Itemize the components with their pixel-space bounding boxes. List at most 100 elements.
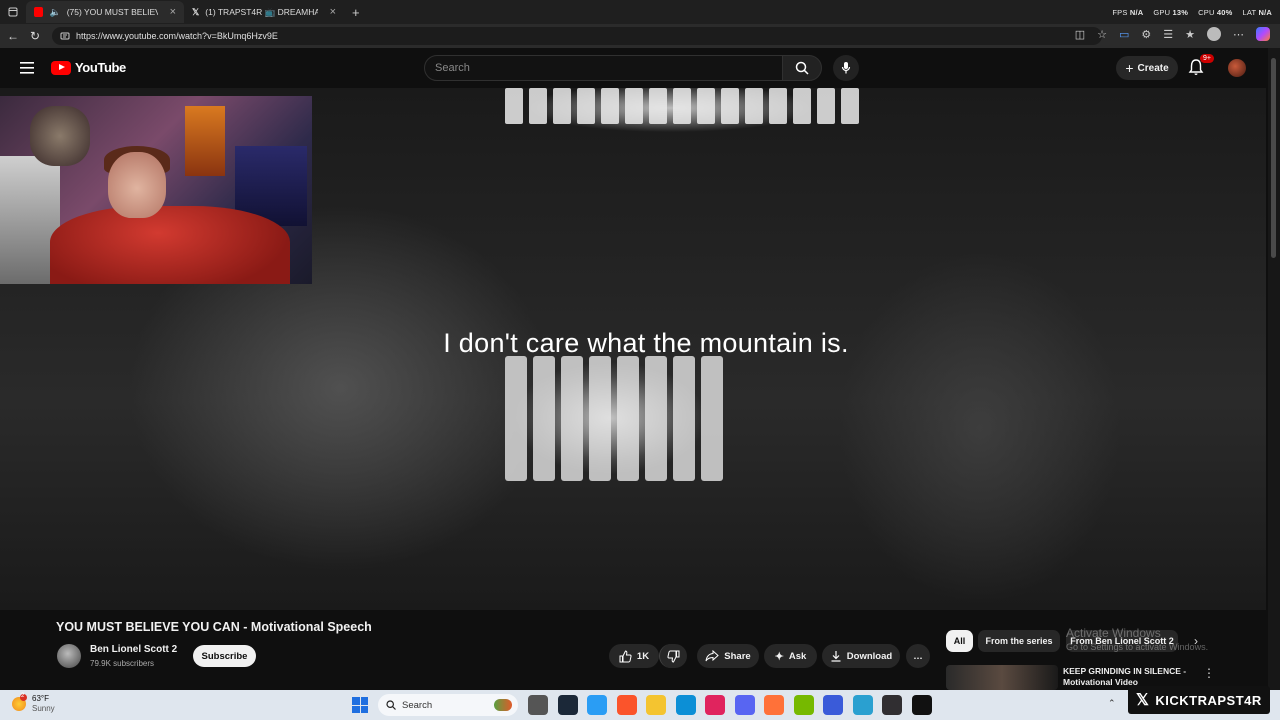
close-tab-icon[interactable]: × [330, 6, 336, 18]
tiktok-icon[interactable] [705, 695, 725, 715]
menu-icon[interactable] [20, 61, 34, 79]
ask-button[interactable]: ✦ Ask [764, 644, 817, 668]
channel-name[interactable]: Ben Lionel Scott 2 [90, 644, 177, 655]
create-label: Create [1137, 62, 1169, 74]
obs-icon[interactable] [882, 695, 902, 715]
download-button[interactable]: Download [822, 644, 900, 668]
thumbs-down-icon [667, 650, 680, 663]
copilot-icon[interactable] [1256, 27, 1270, 41]
profile-icon[interactable] [1207, 27, 1221, 41]
search-input[interactable]: Search [424, 55, 783, 81]
recommended-thumbnail[interactable] [946, 665, 1058, 690]
weather-temp: 63°F [32, 694, 49, 703]
task-view-icon[interactable] [528, 695, 548, 715]
youtube-favicon-icon [34, 7, 44, 17]
lat-value: N/A [1258, 7, 1272, 17]
extensions-icon[interactable]: ⚙ [1141, 28, 1151, 41]
tab-title: (1) TRAPST4R 📺 DREAMHACK AT [205, 6, 318, 17]
favorites-icon[interactable]: ★ [1185, 28, 1195, 41]
microphone-icon [841, 62, 851, 74]
more-icon: … [913, 650, 923, 662]
browser-toolbar: ← ↻ https://www.youtube.com/watch?v=BkUm… [0, 24, 1280, 48]
notification-badge: 9+ [1200, 54, 1214, 63]
recommended-more-icon[interactable]: ⋮ [1203, 666, 1215, 680]
taskbar-search[interactable]: Search [378, 694, 518, 716]
streamer-face [108, 152, 166, 218]
browser-tab-youtube[interactable]: 🔈 (75) YOU MUST BELIEVE YOU × [26, 1, 184, 23]
speaker-icon[interactable]: 🔈 [49, 7, 60, 18]
collections-icon[interactable]: ☰ [1163, 28, 1173, 41]
kick-overlay: 𝕏 KICKTRAPST4R [1128, 686, 1270, 714]
gpu-label: GPU [1153, 7, 1171, 17]
streamer-webcam-overlay [0, 96, 312, 284]
edge-icon[interactable] [675, 695, 696, 715]
scrollbar-thumb[interactable] [1271, 58, 1276, 258]
settings-more-icon[interactable]: ⋯ [1233, 28, 1244, 41]
weather-badge: 2 [21, 693, 25, 699]
weather-widget[interactable]: 2 63°F Sunny [12, 693, 55, 713]
gpu-value: 13% [1172, 7, 1189, 17]
thumbs-up-icon [619, 649, 632, 662]
video-title: YOU MUST BELIEVE YOU CAN - Motivational … [56, 620, 372, 634]
firefox-icon[interactable] [764, 695, 784, 715]
sparkle-icon: ✦ [774, 650, 784, 663]
windows-start-icon[interactable] [352, 697, 368, 713]
channel-avatar[interactable] [57, 644, 81, 668]
search-highlight-icon [494, 699, 512, 711]
youtube-header: YouTube Search + Create 9+ [0, 48, 1280, 88]
search-icon [386, 700, 396, 710]
chip-all[interactable]: All [946, 630, 973, 652]
subscriber-count: 79.9K subscribers [90, 659, 155, 668]
back-icon[interactable]: ← [2, 25, 24, 47]
windows-activation-watermark: Activate Windows [1066, 626, 1161, 640]
download-icon [831, 651, 841, 662]
favorite-star-icon[interactable]: ☆ [1097, 28, 1107, 41]
youtube-play-icon [51, 60, 71, 75]
nvidia-icon[interactable] [793, 695, 814, 715]
video-window-light-center [505, 356, 723, 481]
share-button[interactable]: Share [697, 644, 759, 668]
dislike-button[interactable] [659, 644, 687, 668]
performance-overlay: FPS N/A GPU 13% CPU 40% LAT N/A [1112, 0, 1272, 24]
voice-search-button[interactable] [833, 55, 859, 81]
brave-icon[interactable] [616, 695, 637, 715]
tab-actions-icon[interactable] [0, 1, 26, 23]
search-icon [795, 61, 809, 75]
notepad-icon[interactable] [587, 695, 607, 715]
cpu-value: 40% [1216, 7, 1233, 17]
x-favicon-icon: 𝕏 [192, 6, 200, 17]
account-avatar[interactable] [1228, 59, 1246, 77]
fps-value: N/A [1129, 7, 1144, 17]
search-button[interactable] [782, 55, 822, 81]
steam-icon[interactable] [557, 695, 578, 715]
page-scrollbar[interactable] [1268, 48, 1280, 690]
discord-icon[interactable] [734, 695, 755, 715]
kick-overlay-text: KICKTRAPST4R [1155, 692, 1262, 708]
search-placeholder: Search [435, 62, 470, 74]
more-actions-button[interactable]: … [906, 644, 930, 668]
split-screen-icon[interactable]: ▭ [1119, 28, 1129, 41]
new-tab-button[interactable]: + [352, 5, 360, 20]
tab-title: (75) YOU MUST BELIEVE YOU [66, 7, 158, 17]
app-available-icon[interactable]: ◫ [1075, 28, 1085, 41]
reload-icon[interactable]: ↻ [24, 25, 46, 47]
browser-tab-x[interactable]: 𝕏 (1) TRAPST4R 📺 DREAMHACK AT × [184, 1, 344, 23]
subscribe-button[interactable]: Subscribe [193, 645, 256, 667]
browser-tab-strip: 🔈 (75) YOU MUST BELIEVE YOU × 𝕏 (1) TRAP… [0, 0, 1280, 24]
like-button[interactable]: 1K [609, 644, 659, 668]
video-player[interactable]: I don't care what the mountain is. [0, 88, 1266, 610]
chip-from-series[interactable]: From the series [978, 630, 1060, 652]
file-explorer-icon[interactable] [646, 695, 666, 715]
create-button[interactable]: + Create [1116, 56, 1178, 80]
app-icon[interactable] [823, 695, 843, 715]
capcut-icon[interactable] [852, 695, 873, 715]
video-window-light-top [505, 88, 859, 124]
tiktok-live-icon[interactable] [911, 695, 932, 715]
site-info-icon[interactable] [60, 31, 70, 41]
like-count: 1K [636, 650, 650, 662]
tray-expand-icon[interactable]: ⌃ [1108, 698, 1116, 709]
close-tab-icon[interactable]: × [170, 6, 176, 18]
address-bar[interactable]: https://www.youtube.com/watch?v=BkUmq6Hz… [52, 27, 1102, 45]
recommended-title-line1: KEEP GRINDING IN SILENCE - [1063, 666, 1187, 676]
youtube-logo[interactable]: YouTube [51, 60, 126, 75]
